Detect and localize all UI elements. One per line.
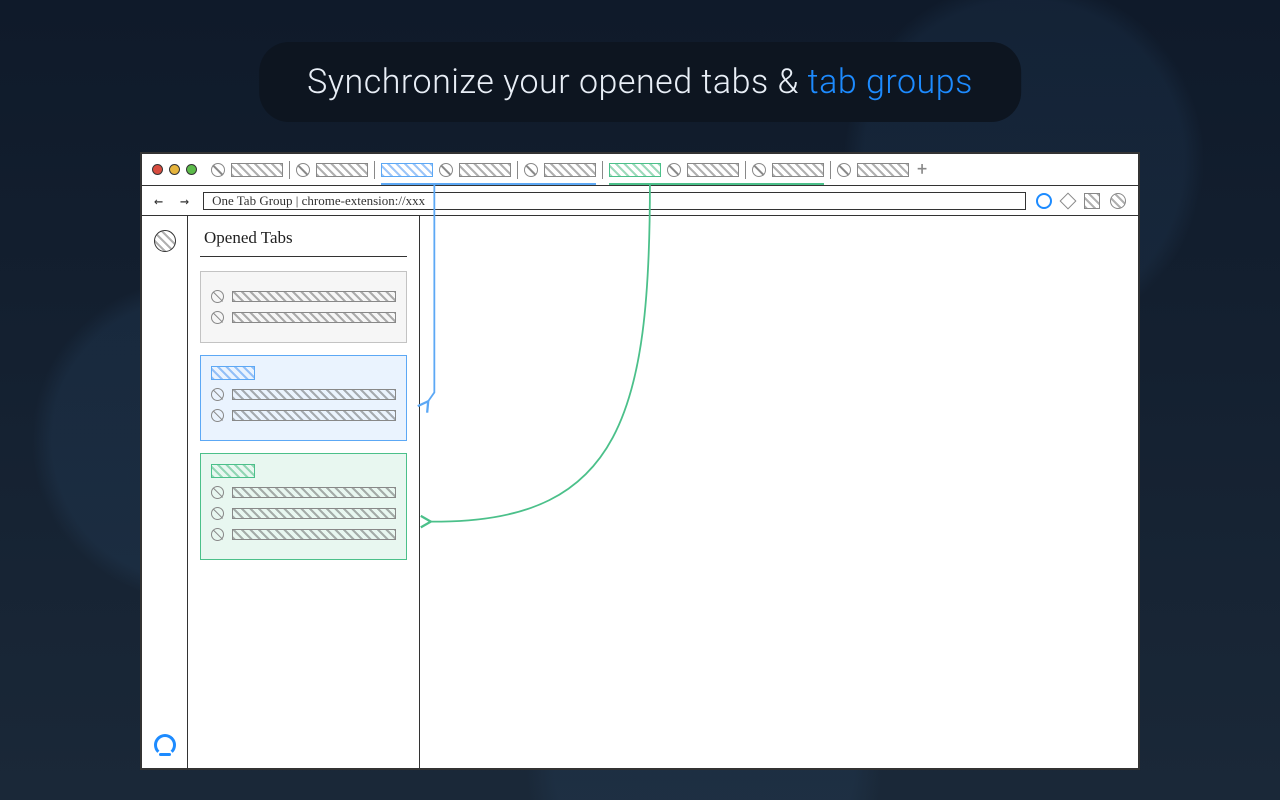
tab-group-blue[interactable] [381,163,433,177]
left-gutter [142,216,188,768]
tab-favicon-icon[interactable] [439,163,453,177]
traffic-light-icon[interactable] [169,164,180,175]
content-area: Opened Tabs [142,216,1138,768]
traffic-light-icon[interactable] [152,164,163,175]
headline-pill: Synchronize your opened tabs & tab group… [259,42,1021,122]
tab-separator [602,161,603,179]
url-bar[interactable]: One Tab Group | chrome-extension://xxx [203,192,1026,210]
tab-group-card-blue[interactable] [200,355,407,441]
list-item[interactable] [211,486,396,499]
tab-favicon-icon[interactable] [667,163,681,177]
nav-back-forward[interactable]: ← → [154,192,193,210]
group-label-icon [211,366,255,380]
traffic-light-icon[interactable] [186,164,197,175]
tab-favicon-icon[interactable] [524,163,538,177]
tab-separator [830,161,831,179]
tab-group-indicator-green [609,183,824,185]
tab-title-placeholder [232,508,396,519]
headline-text-pre: Synchronize your opened tabs & [307,62,808,102]
browser-tab[interactable] [544,163,596,177]
sidebar-toggle-icon[interactable] [154,230,176,252]
headline-text-accent: tab groups [808,62,973,102]
list-item[interactable] [211,388,396,401]
tab-title-placeholder [232,389,396,400]
tab-group-green[interactable] [609,163,661,177]
favicon-icon [211,528,224,541]
list-item[interactable] [211,409,396,422]
tab-separator [374,161,375,179]
tab-group-indicator-blue [381,183,596,185]
browser-window: + ← → One Tab Group | chrome-extension:/… [140,152,1140,770]
tab-favicon-icon[interactable] [211,163,225,177]
browser-tab[interactable] [231,163,283,177]
browser-toolbar: ← → One Tab Group | chrome-extension://x… [142,186,1138,216]
browser-tab[interactable] [687,163,739,177]
browser-tab[interactable] [772,163,824,177]
tab-favicon-icon[interactable] [752,163,766,177]
list-item[interactable] [211,507,396,520]
traffic-lights[interactable] [152,164,197,175]
tab-title-placeholder [232,291,396,302]
tab-title-placeholder [232,529,396,540]
browser-tab[interactable] [459,163,511,177]
opened-tabs-panel: Opened Tabs [188,216,420,768]
main-canvas [420,216,1138,768]
extension-icon[interactable] [1110,193,1126,209]
tab-group-card-green[interactable] [200,453,407,560]
tab-title-placeholder [232,410,396,421]
browser-tab[interactable] [857,163,909,177]
panel-title: Opened Tabs [188,228,419,256]
tab-card[interactable] [200,271,407,343]
list-item[interactable] [211,290,396,303]
onetab-extension-icon[interactable] [1036,193,1052,209]
tab-favicon-icon[interactable] [296,163,310,177]
tab-favicon-icon[interactable] [837,163,851,177]
tab-title-placeholder [232,487,396,498]
tab-separator [517,161,518,179]
tabstrip: + [142,154,1138,186]
tab-separator [745,161,746,179]
favicon-icon [211,311,224,324]
group-label-icon [211,464,255,478]
divider [200,256,407,257]
tab-separator [289,161,290,179]
app-logo-icon [154,734,176,756]
favicon-icon [211,290,224,303]
extension-icon[interactable] [1084,193,1100,209]
list-item[interactable] [211,311,396,324]
tab-title-placeholder [232,312,396,323]
favicon-icon [211,486,224,499]
browser-tab[interactable] [316,163,368,177]
new-tab-button[interactable]: + [917,161,927,179]
favicon-icon [211,409,224,422]
favicon-icon [211,507,224,520]
extension-icon[interactable] [1060,192,1077,209]
favicon-icon [211,388,224,401]
list-item[interactable] [211,528,396,541]
